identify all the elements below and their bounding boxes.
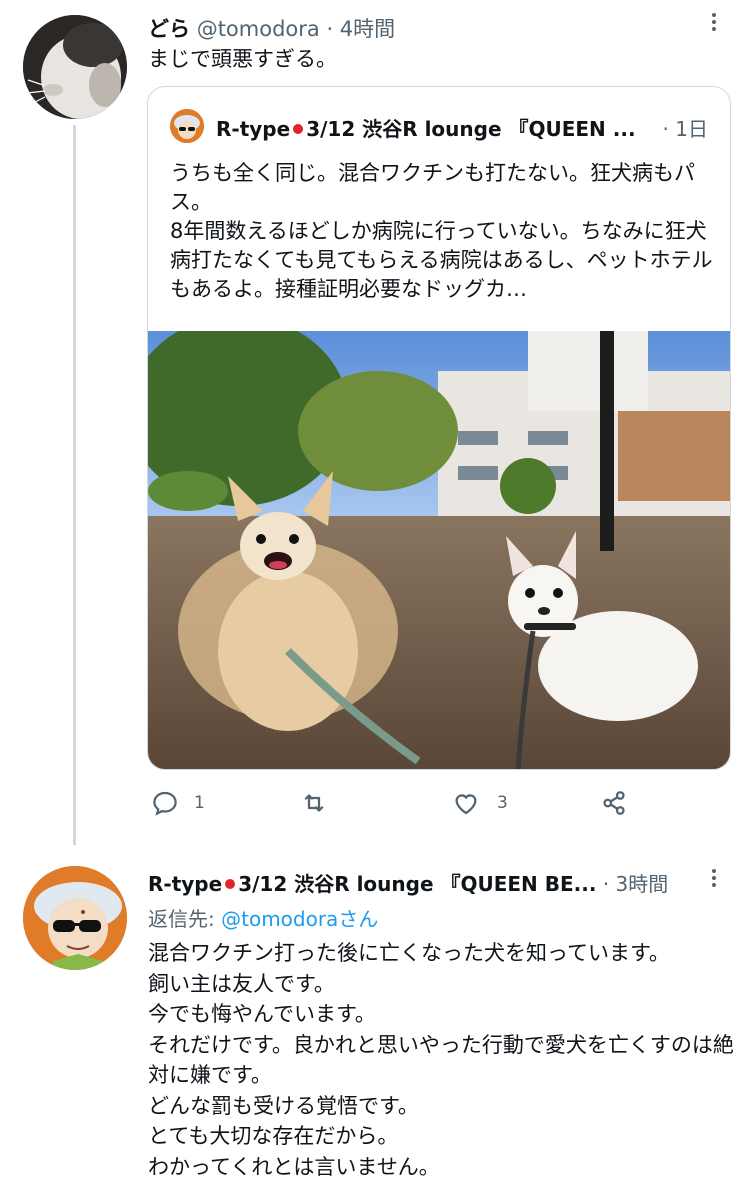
reply-count: 1 (194, 793, 205, 813)
quote-time: · 1日 (662, 117, 708, 141)
tweet2-more-icon[interactable] (711, 869, 717, 890)
thread-connector-line (73, 125, 76, 845)
retweet-icon (304, 794, 324, 812)
tweet2-text: 混合ワクチン打った後に亡くなった犬を知っています。 飼い主は友人です。 今でも悔… (148, 941, 734, 1179)
tweet1-header: どら @tomodora · 4時間 (148, 13, 395, 43)
avatar-tomodora[interactable] (23, 15, 127, 119)
quote-header: R-type 3/12 渋谷R lounge 『QUEEN ... · 1日 (216, 113, 716, 142)
avatar-r-type[interactable] (23, 866, 127, 970)
reply-to-line: 返信先: @tomodoraさん (148, 903, 378, 932)
cat-avatar-image (23, 15, 127, 119)
tweet2-display-name-prefix[interactable]: R-type (148, 872, 222, 896)
quote-display-name-suffix: 3/12 渋谷R lounge 『QUEEN ... (306, 117, 636, 141)
quote-text: うちも全く同じ。混合ワクチンも打たない。狂犬病もパス。 8年間数えるほどしか病院… (170, 161, 713, 301)
cartoon-avatar-icon (170, 109, 204, 143)
tweet2-time[interactable]: · 3時間 (603, 872, 668, 896)
reply-to-suffix: さん (338, 907, 379, 931)
quoted-tweet-card[interactable]: R-type 3/12 渋谷R lounge 『QUEEN ... · 1日 うち… (147, 86, 731, 770)
tweet2-header: R-type 3/12 渋谷R lounge 『QUEEN BE... · 3時間 (148, 868, 668, 897)
tweet1-time[interactable]: · 4時間 (326, 17, 395, 41)
red-circle-emoji (293, 124, 304, 134)
tweet1-actions: 1 3 (147, 788, 647, 828)
heart-icon (455, 794, 477, 815)
share-icon (603, 791, 625, 815)
reply-to-handle-link[interactable]: @tomodora (221, 907, 338, 931)
share-button[interactable] (599, 788, 629, 818)
dogs-in-park-photo (148, 316, 730, 769)
reply-to-label: 返信先: (148, 907, 222, 931)
quote-avatar (170, 109, 204, 143)
reply-icon (153, 791, 177, 816)
tweet1-text: まじで頭悪すぎる。 (148, 47, 337, 71)
quote-photo-dogs[interactable] (148, 316, 730, 769)
tweet2-display-name-suffix[interactable]: 3/12 渋谷R lounge 『QUEEN BE... (238, 872, 596, 896)
like-count: 3 (497, 793, 508, 813)
cartoon-avatar-image (23, 866, 127, 970)
reply-button[interactable]: 1 (150, 788, 205, 818)
quote-display-name-prefix: R-type (216, 117, 291, 141)
tweet1-more-icon[interactable] (711, 13, 717, 34)
like-button[interactable]: 3 (451, 788, 508, 818)
tweet1-handle[interactable]: @tomodora (197, 17, 320, 41)
red-circle-emoji (225, 879, 236, 889)
retweet-button[interactable] (299, 788, 339, 818)
tweet1-display-name[interactable]: どら (148, 17, 190, 41)
